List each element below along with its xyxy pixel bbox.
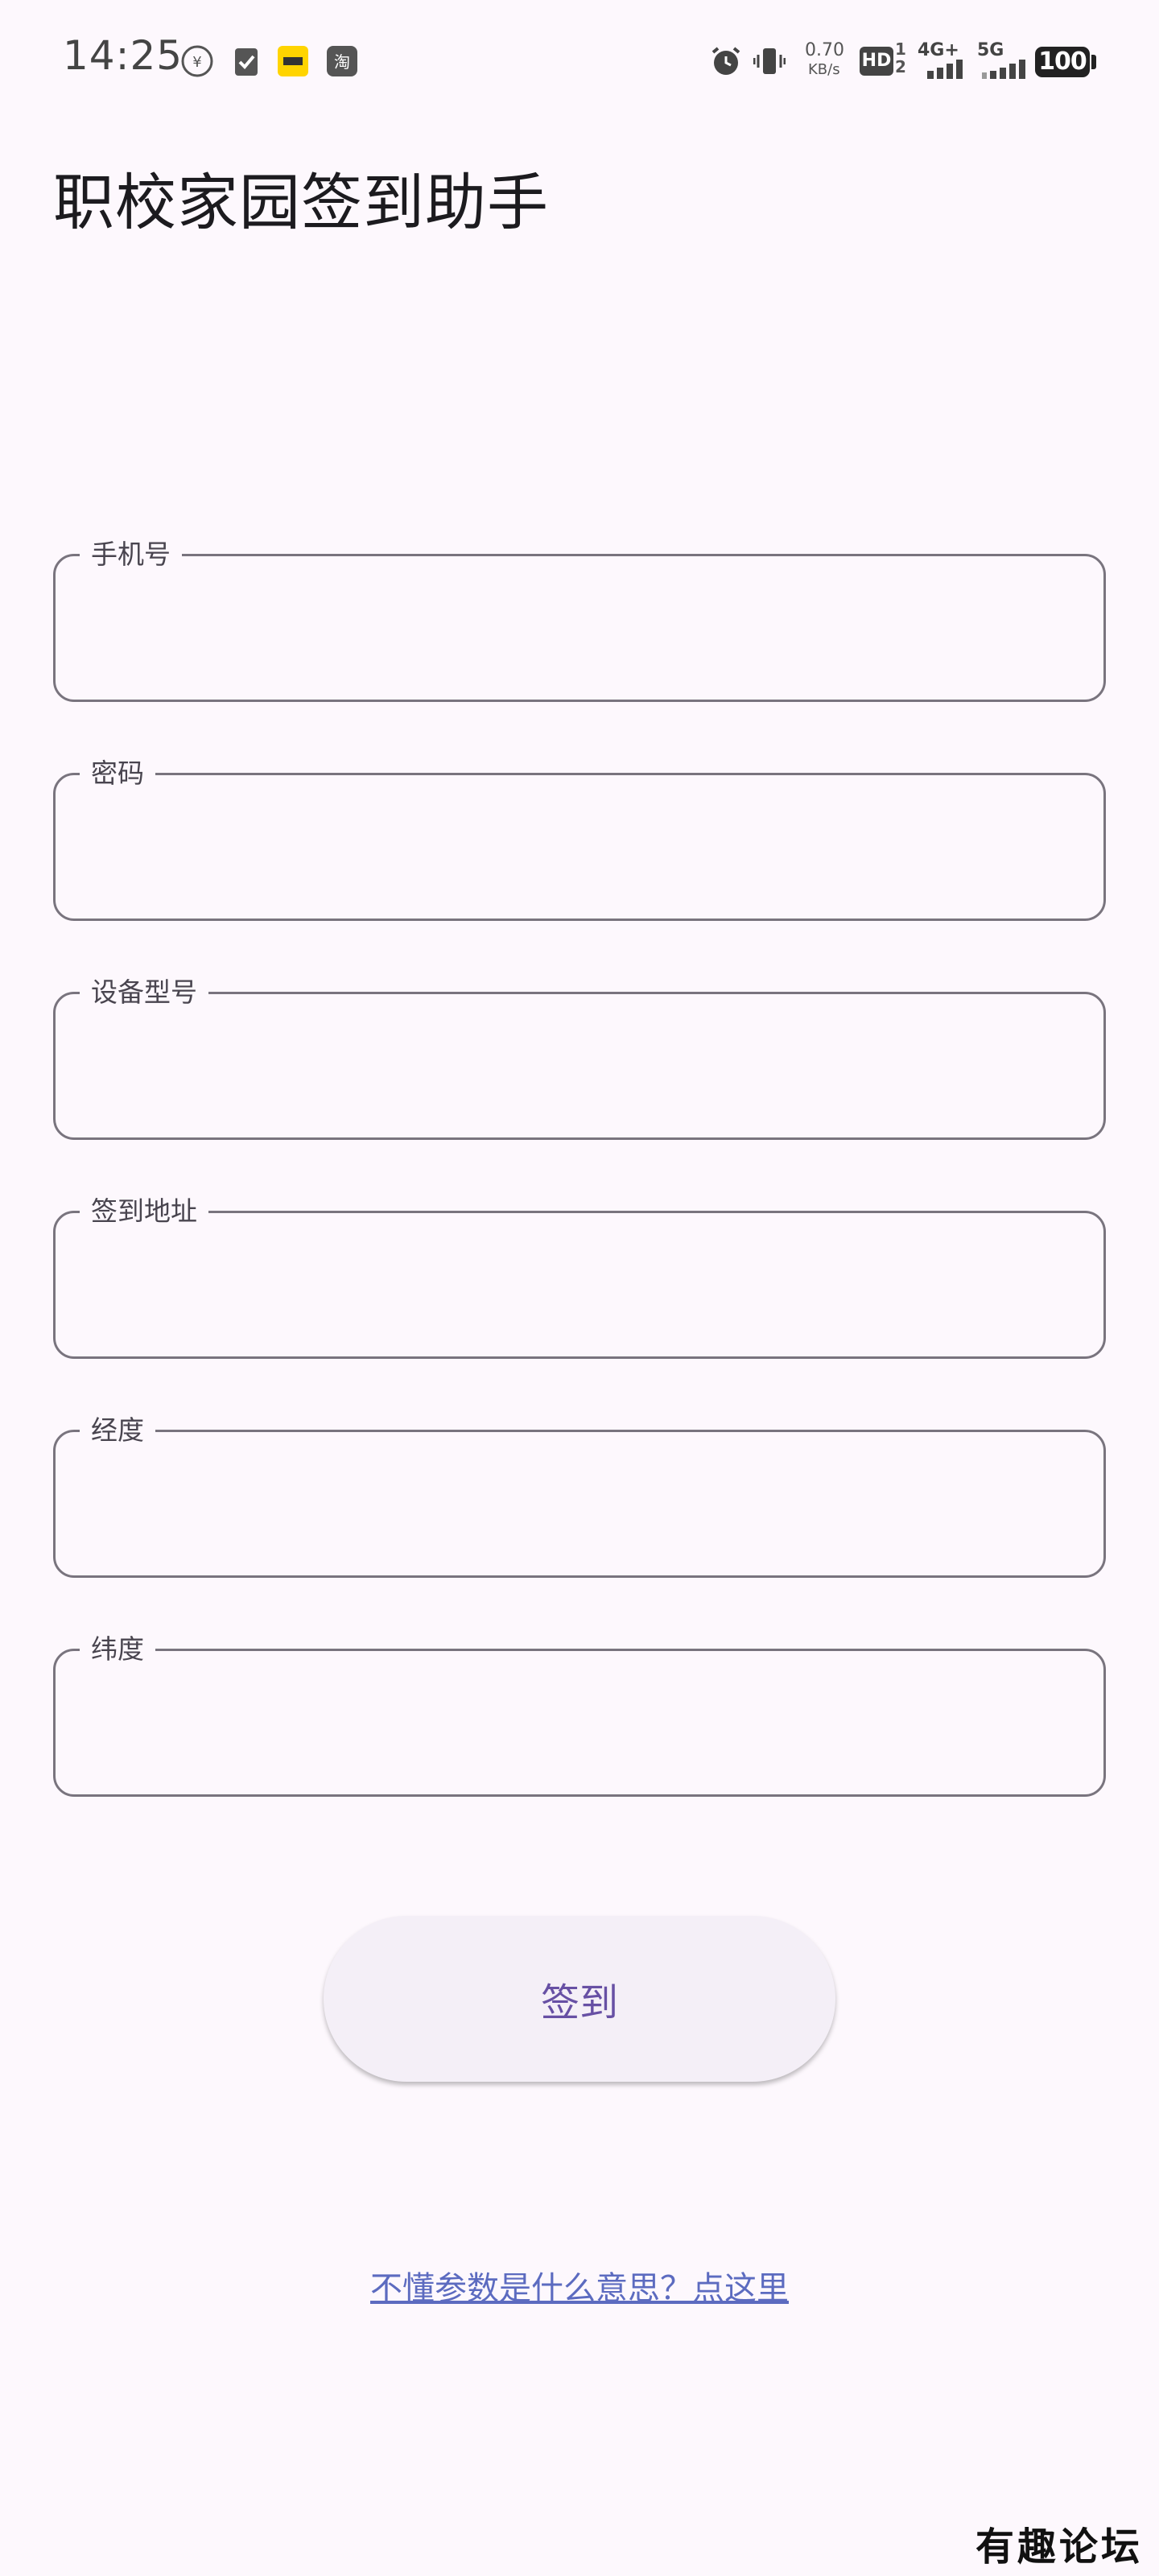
signal-5g-icon xyxy=(982,60,1025,79)
status-time: 14:25 xyxy=(63,32,184,79)
device-model-field[interactable]: 设备型号 xyxy=(53,975,1106,1140)
phone-input[interactable] xyxy=(88,597,1073,663)
device-model-input[interactable] xyxy=(88,1034,1073,1100)
longitude-input[interactable] xyxy=(88,1472,1073,1538)
unionpay-icon: ¥ xyxy=(181,45,213,77)
signin-address-field[interactable]: 签到地址 xyxy=(53,1194,1106,1359)
signin-button[interactable]: 签到 xyxy=(324,1916,835,2082)
longitude-field-label: 经度 xyxy=(80,1413,155,1448)
net-speed-value: 0.70 xyxy=(805,40,844,60)
signal-icon xyxy=(927,60,963,79)
phone-field-label: 手机号 xyxy=(80,537,182,572)
device-model-field-label: 设备型号 xyxy=(80,975,208,1010)
status-bar: 14:25 ¥ 淘 0.70 KB/s HD 1 2 4G+ 5G 100 xyxy=(0,0,1159,121)
sim-label: 1 2 xyxy=(895,39,906,76)
task-check-icon xyxy=(235,48,258,76)
battery-tip xyxy=(1091,55,1096,69)
latitude-input[interactable] xyxy=(88,1691,1073,1757)
latitude-field[interactable]: 纬度 xyxy=(53,1632,1106,1797)
watermark: 有趣论坛 xyxy=(975,2524,1143,2570)
password-input[interactable] xyxy=(88,815,1073,881)
net-speed-unit: KB/s xyxy=(808,61,840,78)
app-title: 职校家园签到助手 xyxy=(53,167,549,238)
svg-text:淘: 淘 xyxy=(334,52,350,72)
signin-address-field-label: 签到地址 xyxy=(80,1194,208,1229)
meituan-icon xyxy=(278,46,308,76)
alarm-icon xyxy=(711,47,740,75)
password-field[interactable]: 密码 xyxy=(53,756,1106,921)
vibrate-icon xyxy=(753,48,786,74)
phone-field[interactable]: 手机号 xyxy=(53,537,1106,702)
signin-address-input[interactable] xyxy=(88,1253,1073,1319)
longitude-field[interactable]: 经度 xyxy=(53,1413,1106,1578)
battery-indicator: 100 xyxy=(1035,47,1090,77)
svg-text:¥: ¥ xyxy=(192,54,201,71)
taobao-icon: 淘 xyxy=(327,46,357,76)
hd-badge: HD xyxy=(860,47,893,76)
help-link[interactable]: 不懂参数是什么意思？点这里 xyxy=(0,2262,1159,2309)
password-field-label: 密码 xyxy=(80,756,155,791)
latitude-field-label: 纬度 xyxy=(80,1632,155,1667)
